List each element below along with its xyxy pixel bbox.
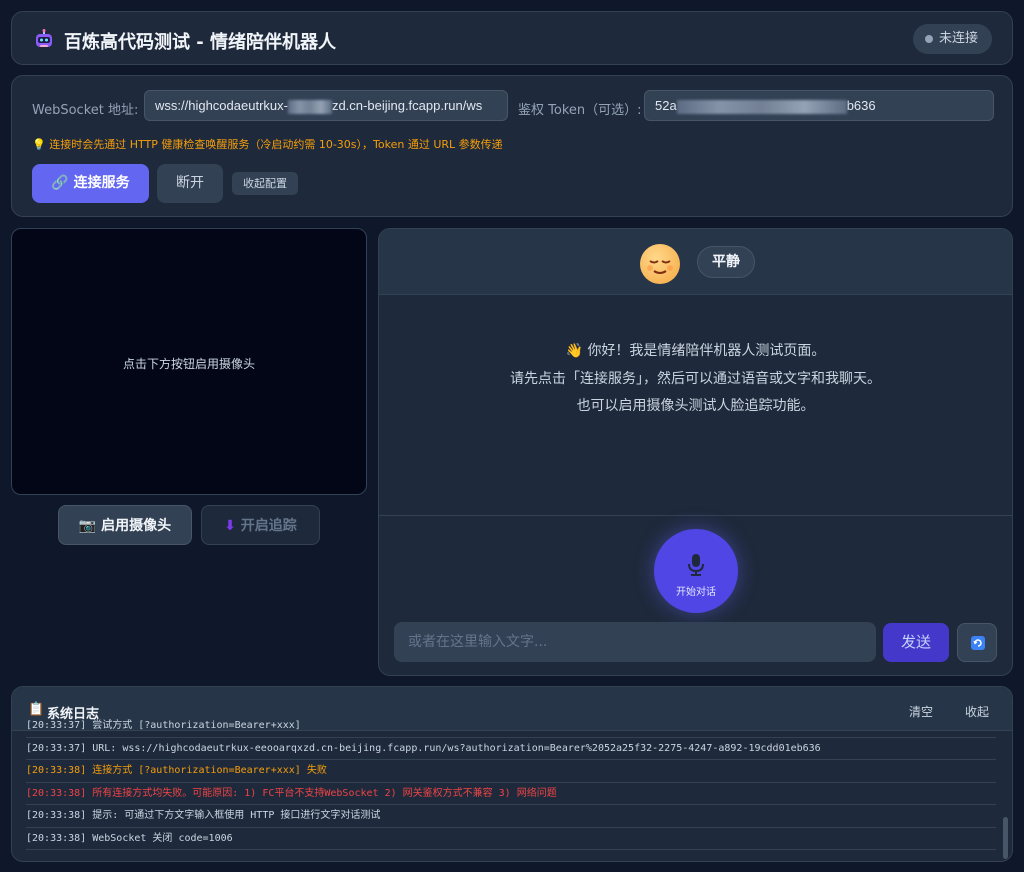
connection-status-badge: 未连接 — [912, 24, 992, 54]
config-panel: WebSocket 地址: wss://highcodaeutrkux-zd.c… — [11, 75, 1013, 217]
ws-address-label: WebSocket 地址: — [32, 103, 139, 118]
tracking-icon: ⬇ — [224, 518, 236, 534]
log-line: [20:33:37] URL: wss://highcodaeutrkux-ee… — [26, 738, 996, 760]
system-log-panel: 📋 系统日志 清空 收起 [20:33:37] 尝试方式 [?authoriza… — [11, 686, 1013, 862]
send-button[interactable]: 发送 — [883, 623, 949, 662]
welcome-line-2: 请先点击「连接服务」，然后可以通过语音或文字和我聊天。 — [510, 371, 881, 387]
camera-placeholder: 点击下方按钮启用摄像头 — [122, 357, 255, 371]
log-lines: [20:33:37] 尝试方式 [?authorization=Bearer+x… — [26, 715, 996, 850]
lightbulb-icon: 💡 — [32, 138, 46, 151]
status-dot-icon — [924, 35, 933, 43]
start-talk-button[interactable]: 开始对话 — [654, 529, 738, 613]
camera-icon: 📷 — [78, 518, 97, 534]
connection-hint: 💡 连接时会先通过 HTTP 健康检查唤醒服务（冷启动约需 10-30s），To… — [32, 138, 503, 151]
enable-camera-button[interactable]: 📷 启用摄像头 — [58, 505, 192, 545]
token-input[interactable]: 52a b636 — [644, 90, 994, 121]
chat-text-input[interactable]: 或者在这里输入文字... — [394, 622, 876, 662]
microphone-icon — [688, 554, 704, 576]
start-talk-label: 开始对话 — [676, 587, 716, 598]
refresh-icon — [971, 636, 985, 650]
log-line: [20:33:37] 尝试方式 [?authorization=Bearer+x… — [26, 715, 996, 738]
reset-button[interactable] — [957, 623, 997, 662]
link-icon: 🔗 — [51, 175, 69, 191]
robot-icon — [36, 29, 52, 47]
wave-hand-icon: 👋 — [565, 343, 583, 359]
ws-address-input[interactable]: wss://highcodaeutrkux-zd.cn-beijing.fcap… — [144, 90, 508, 121]
welcome-line-1: 👋 你好！我是情绪陪伴机器人测试页面。 — [565, 343, 826, 359]
chat-panel: 平静 👋 你好！我是情绪陪伴机器人测试页面。 请先点击「连接服务」，然后可以通过… — [378, 228, 1013, 676]
camera-preview: 点击下方按钮启用摄像头 — [11, 228, 367, 495]
token-label: 鉴权 Token（可选）: — [518, 103, 642, 118]
calm-face-icon — [640, 244, 680, 284]
app-header: 百炼高代码测试 - 情绪陪伴机器人 未连接 — [11, 11, 1013, 65]
connect-button[interactable]: 🔗 连接服务 — [32, 164, 149, 203]
chat-divider — [379, 515, 1012, 516]
status-text: 未连接 — [938, 31, 978, 46]
log-line: [20:33:38] 所有连接方式均失败。可能原因: 1) FC平台不支持Web… — [26, 783, 996, 805]
page-title: 百炼高代码测试 - 情绪陪伴机器人 — [64, 32, 337, 53]
log-line: [20:33:38] 连接方式 [?authorization=Bearer+x… — [26, 760, 996, 783]
log-scrollbar[interactable] — [1003, 817, 1008, 859]
welcome-line-3: 也可以启用摄像头测试人脸追踪功能。 — [576, 398, 815, 414]
log-line: [20:33:38] WebSocket 关闭 code=1006 — [26, 828, 996, 850]
emotion-header: 平静 — [379, 229, 1012, 295]
log-line: [20:33:38] 提示: 可通过下方文字输入框使用 HTTP 接口进行文字对… — [26, 805, 996, 828]
mood-badge: 平静 — [697, 246, 755, 278]
collapse-config-button[interactable]: 收起配置 — [232, 172, 298, 195]
enable-tracking-button[interactable]: ⬇ 开启追踪 — [201, 505, 320, 545]
disconnect-button[interactable]: 断开 — [157, 164, 223, 203]
